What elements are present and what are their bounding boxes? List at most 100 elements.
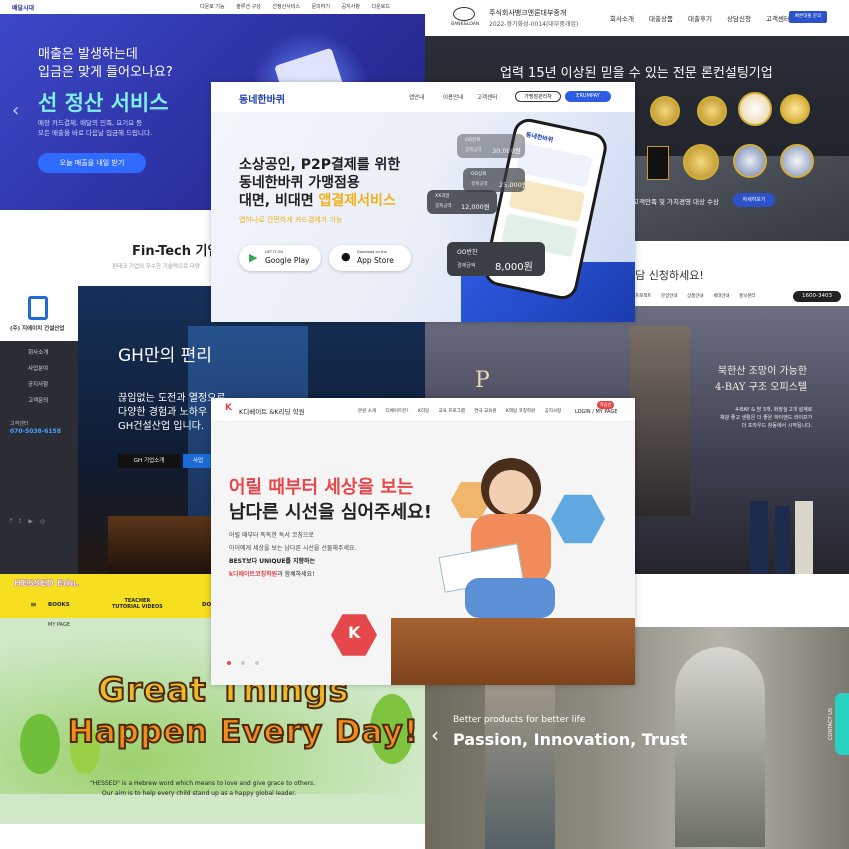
hero-headline: 북한산 조망이 가능한 4-BAY 구조 오피스텔	[715, 366, 808, 393]
slider-dot[interactable]	[241, 661, 246, 665]
hero-line3: 대면, 비대면 앱결제서비스	[239, 190, 396, 210]
logo-p-icon: P	[475, 368, 490, 393]
merchant-admin-button[interactable]: 가맹점관리자	[515, 91, 561, 102]
hero-line3-highlight: 앱결제서비스	[318, 193, 396, 209]
nav-item[interactable]: 대출상품	[649, 13, 673, 23]
nav-item[interactable]: 앱안내	[409, 93, 424, 101]
business-button[interactable]: 사업	[183, 454, 213, 468]
side-menu-item[interactable]: 공지사항	[28, 380, 48, 388]
google-play-small: GET IT ON	[265, 250, 283, 254]
erumpay-button[interactable]: ERUMPAY	[565, 91, 611, 102]
company-intro-button[interactable]: GH 기업소개	[118, 454, 180, 468]
award-icon	[683, 144, 719, 180]
my-page-link[interactable]: MY PAGE	[48, 622, 70, 628]
twitter-icon[interactable]: t	[19, 518, 21, 525]
logo-icon	[28, 296, 48, 320]
nav-item[interactable]: 문의하기	[312, 3, 330, 10]
building-photo	[630, 326, 690, 516]
nav-item[interactable]: 공지사항	[545, 408, 562, 414]
nav-item[interactable]: 다운로 기능	[200, 3, 225, 10]
nav-item[interactable]: 본원 소개	[358, 408, 376, 414]
payment-card: OO한복 결제금액 30,000원	[457, 134, 525, 158]
nav-item[interactable]: K액팅 코칭학원	[506, 408, 535, 414]
hero-line3-a: 대면, 비대면	[239, 193, 319, 209]
award-icon	[733, 144, 767, 178]
more-button[interactable]: 자세히보기	[733, 193, 775, 207]
facebook-icon[interactable]: f	[10, 518, 12, 525]
hero-headline: Passion, Innovation, Trust	[453, 730, 688, 749]
logo[interactable]: 배달시대	[12, 3, 34, 12]
nav-item[interactable]: 상담신청	[727, 13, 751, 23]
nav-item[interactable]: 홍보센터	[739, 293, 756, 299]
nav-item[interactable]: 솔루션 구성	[236, 3, 261, 10]
card-store: OO상회	[471, 172, 487, 177]
nav-item[interactable]: 디베이트란?	[385, 408, 408, 414]
nav-item[interactable]: 이용안내	[443, 93, 463, 101]
logo-icon[interactable]: K	[225, 403, 232, 413]
child-face	[489, 470, 533, 514]
logo[interactable]: K디베이트 &K리딩 학원	[239, 406, 305, 416]
hero-headline: GH만의 편리	[118, 346, 212, 366]
nav-item[interactable]: 분양안내	[661, 293, 678, 299]
nav-item[interactable]: 세대안내	[713, 293, 730, 299]
cta-button[interactable]: 오늘 매출을 내일 받기	[38, 153, 146, 173]
logo[interactable]: BANK&LOAN	[451, 22, 479, 27]
nav-item[interactable]: 연극 교육원	[474, 408, 496, 414]
hero-headline: 업력 15년 이상된 믿을 수 있는 전문 론컨설팅기업	[500, 66, 773, 81]
logo[interactable]: 동네한바퀴	[239, 91, 285, 106]
nav-item[interactable]: 대출후기	[688, 13, 712, 23]
instagram-icon[interactable]: ◎	[40, 518, 45, 525]
body-line4: k디베이트코칭학원과 함께하세요!	[229, 569, 315, 578]
social-icons: f t ▶ ◎	[10, 518, 45, 525]
logo[interactable]: HESSED Edu.	[14, 579, 80, 590]
contact-tab[interactable]: CONTACT US	[828, 693, 849, 755]
card-label: 결제금액	[465, 148, 482, 153]
app-store-button[interactable]: ● Download on the App Store	[329, 245, 411, 271]
nav-item[interactable]: 선정산서비스	[272, 3, 300, 10]
prev-arrow-icon[interactable]: ‹	[12, 100, 19, 121]
nav-item[interactable]: 상품안내	[687, 293, 704, 299]
side-menu-item[interactable]: 사업분야	[28, 364, 48, 372]
nav-item[interactable]: 회사소개	[610, 13, 634, 23]
card-store: XX과일	[435, 194, 450, 199]
nav-item[interactable]: 다운로드	[372, 3, 390, 10]
phone-label: 고객센터	[10, 421, 29, 427]
logo-icon	[453, 7, 475, 21]
phone-button[interactable]: 1600-3403	[793, 291, 841, 302]
nav-menu: 프로젝트 분양안내 상품안내 세대안내 홍보센터	[635, 293, 756, 299]
google-play-button[interactable]: ▶ GET IT ON Google Play	[239, 245, 321, 271]
quick-loan-button[interactable]: 빠른대출 문의	[789, 11, 827, 23]
nav-item[interactable]: 프로젝트	[635, 293, 652, 299]
nav-item[interactable]: 고객센터	[477, 93, 497, 101]
card-store: OO반찬	[457, 249, 478, 256]
card-label: 결제금액	[457, 263, 476, 269]
nav-item[interactable]: 고객센터	[766, 13, 790, 23]
side-menu-item[interactable]: 고객문의	[28, 396, 48, 404]
slider-dot[interactable]	[255, 661, 260, 665]
nav-item[interactable]: 교육 프로그램	[439, 408, 465, 414]
nav-menu: 회사소개 대출상품 대출후기 상담신청 고객센터	[610, 13, 790, 23]
phone-number[interactable]: 070-5038-6158	[10, 428, 61, 435]
card-amount: 12,000원	[461, 203, 490, 211]
youtube-icon[interactable]: ▶	[28, 518, 33, 525]
headline-line2: Happen Every Day!	[67, 713, 419, 751]
nav-item[interactable]: BOOKS	[48, 602, 70, 608]
nav-item[interactable]: TEACHER TUTORIAL VIDEOS	[112, 598, 163, 610]
card-amount: 30,000원	[492, 147, 521, 155]
nav-item[interactable]: DO	[202, 602, 211, 608]
side-menu-item[interactable]: 회사소개	[28, 348, 48, 356]
nav-item[interactable]: K리딩	[418, 408, 429, 414]
hero-headline: 매출은 발생하는데 입금은 맞게 들어오나요?	[38, 47, 173, 80]
body-line2: 아이에게 세상을 보는 남다른 시선을 선물해주세요.	[229, 545, 357, 552]
login-link[interactable]: LOGIN / MY PAGE	[575, 409, 618, 415]
card-label: 결제금액	[471, 182, 488, 187]
person-photo	[675, 647, 765, 847]
sidebar-logo-area: (주) 지에이치 건설산업	[0, 286, 78, 341]
body-line4-rest: 과 함께하세요!	[277, 571, 315, 578]
prev-arrow-icon[interactable]: ‹	[431, 723, 439, 747]
company-name: (주) 지에이치 건설산업	[10, 326, 65, 332]
hamburger-icon[interactable]: ≡	[30, 600, 37, 609]
card-amount: 8,000원	[495, 262, 533, 273]
nav-item[interactable]: 공지사항	[342, 3, 360, 10]
slider-dot-active[interactable]	[227, 661, 231, 665]
